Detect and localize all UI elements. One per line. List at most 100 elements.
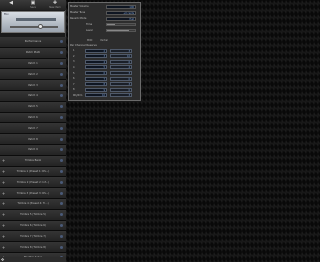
new-item-button[interactable]: ✚ New Item xyxy=(48,0,62,10)
partial-reserve-field[interactable]: 0 xyxy=(110,87,132,92)
save-button-label: Save xyxy=(30,5,36,9)
status-dot-icon xyxy=(60,40,63,44)
patch-sidebar: ◀ ▣ Save ✚ New Item Mix Performance Patch… xyxy=(0,0,66,262)
reverb-time-slider[interactable] xyxy=(106,23,136,26)
partial-reserve-field[interactable]: 3 xyxy=(110,93,132,98)
midi-channel-field[interactable]: 3 xyxy=(85,54,107,59)
patch-label: Timbre 5 (Timbre 5) xyxy=(20,213,46,217)
master-tune-label: Master Tune xyxy=(70,11,86,14)
patch-list-item[interactable]: Patch 2 xyxy=(0,69,66,81)
patch-list-item[interactable]: Patch 8 xyxy=(0,134,66,145)
reverb-mode-select[interactable]: Hall xyxy=(106,16,136,21)
status-dot-icon xyxy=(60,202,63,206)
status-dot-icon xyxy=(60,137,63,141)
status-dot-icon xyxy=(60,72,63,76)
midi-channel-field[interactable]: 7 xyxy=(85,76,107,81)
channel-number: 5 xyxy=(73,71,75,75)
patch-list-item[interactable]: Patch 9 xyxy=(0,144,66,156)
patch-list-item[interactable]: + Timbre 1 (Preset 1: RS...) xyxy=(0,166,66,178)
status-dot-icon xyxy=(60,213,63,217)
patch-label: Patch 1 xyxy=(28,61,38,65)
patch-list-item[interactable]: Patch 6 xyxy=(0,112,66,124)
channel-row: 1 23 xyxy=(71,48,139,53)
reverb-time-label: Time xyxy=(86,23,93,26)
channel-row: 3 46 xyxy=(71,59,139,64)
status-dot-icon xyxy=(60,148,63,152)
patch-list-item[interactable]: Patch Multi xyxy=(0,47,66,59)
midi-channel-field[interactable]: 9 xyxy=(85,87,107,92)
midi-channel-field[interactable]: 2 xyxy=(85,48,107,53)
midi-column-header: MIDI xyxy=(87,39,93,42)
patch-list-item[interactable]: + Timbre 8 (Timbre 8) xyxy=(0,242,66,253)
patch-label: Patch Multi xyxy=(25,51,41,55)
patch-label: Patch 8 xyxy=(28,137,38,141)
reverb-time-row: Time xyxy=(70,22,140,27)
patch-label: Patch 5 xyxy=(28,105,38,109)
partial-reserve-field[interactable]: 3 xyxy=(110,71,132,76)
status-dot-icon xyxy=(60,234,63,238)
master-tune-field[interactable]: +0 cents xyxy=(106,10,136,15)
device-label: Mix xyxy=(4,13,9,16)
patch-label: Patch 6 xyxy=(28,115,38,119)
partial-reserve-field[interactable]: 3 xyxy=(110,48,132,53)
partial-reserve-field[interactable]: 4 xyxy=(110,65,132,70)
channel-number: 1 xyxy=(73,49,75,53)
status-dot-icon xyxy=(60,61,63,65)
midi-channel-field[interactable]: 6 xyxy=(85,71,107,76)
channel-number: 4 xyxy=(73,65,75,69)
patch-label: Patch 7 xyxy=(28,126,38,130)
patch-list-item[interactable]: Patch 1 xyxy=(0,58,66,70)
master-tune-row: Master Tune +0 cents xyxy=(70,10,140,15)
midi-channel-field[interactable]: 10 xyxy=(85,93,107,98)
master-volume-label: Master Volume xyxy=(70,5,89,8)
midi-channel-field[interactable]: 4 xyxy=(85,59,107,64)
channel-row: 454 xyxy=(71,65,139,70)
patch-list: Performance Patch Multi Patch 1 Patch 2 Patc… xyxy=(0,37,66,262)
device-display: Mix xyxy=(1,11,65,33)
patch-list-item[interactable]: Patch 4 xyxy=(0,90,66,102)
patch-list-item[interactable]: + Timbre 6 (Timbre 6) xyxy=(0,220,66,232)
status-dot-icon xyxy=(60,223,63,227)
patch-list-item[interactable]: + Timbre 5 (Timbre 5) xyxy=(0,209,66,221)
patch-list-item[interactable]: Patch 5 xyxy=(0,101,66,113)
channel-row: 8 90 xyxy=(71,87,139,92)
channel-number: Rhythm xyxy=(73,93,83,97)
device-knob[interactable] xyxy=(38,24,43,29)
device-slider-track[interactable] xyxy=(10,26,58,28)
channel-number: 6 xyxy=(73,77,75,81)
back-button[interactable]: ◀ xyxy=(4,0,18,10)
patch-label: Patch 9 xyxy=(28,148,38,152)
patch-label: Timbre 4 (Preset 4: Ti...) xyxy=(17,202,49,206)
channel-row: 5 63 xyxy=(71,70,139,76)
patch-list-item[interactable]: + Timbre 7 (Timbre 7) xyxy=(0,231,66,243)
settings-icon[interactable]: ✥ xyxy=(1,257,4,262)
midi-channel-field[interactable]: 8 xyxy=(85,82,107,87)
patch-label: Timbre 2 (Preset 2: Inf...) xyxy=(16,180,50,184)
patch-list-item[interactable]: + Timbre 2 (Preset 2: Inf...) xyxy=(0,177,66,189)
patch-list-item[interactable]: + Timbre 3 (Preset 3: RS...) xyxy=(0,188,66,199)
system-settings-panel: Master Volume 100 Master Tune +0 cents R… xyxy=(68,2,141,101)
status-dot-icon xyxy=(60,180,63,184)
master-volume-field[interactable]: 100 xyxy=(106,4,136,9)
save-button[interactable]: ▣ Save xyxy=(26,0,40,10)
patch-list-item[interactable]: + Timbre 4 (Preset 4: Ti...) xyxy=(0,198,66,210)
patch-list-item[interactable]: Patch 7 xyxy=(0,123,66,135)
partial-reserve-field[interactable]: 3 xyxy=(110,82,132,87)
partial-reserve-field[interactable]: 0 xyxy=(110,76,132,81)
channel-number: 2 xyxy=(73,54,75,58)
partial-reserve-field[interactable]: 10 xyxy=(110,54,132,59)
patch-list-item[interactable]: Performance xyxy=(0,37,66,48)
patch-label: Timbre 1 (Preset 1: RS...) xyxy=(16,169,50,173)
patch-list-item[interactable]: Patch 3 xyxy=(0,80,66,91)
reverb-level-slider[interactable] xyxy=(106,29,136,32)
partial-reserve-field[interactable]: 6 xyxy=(110,59,132,64)
reverb-level-label: Level xyxy=(86,29,93,32)
per-channel-title: Per Channel Reserve xyxy=(70,44,97,47)
new-item-label: New Item xyxy=(49,5,61,9)
midi-channel-field[interactable]: 5 xyxy=(85,65,107,70)
sidebar-toolbar: ◀ ▣ Save ✚ New Item xyxy=(0,0,66,10)
status-dot-icon xyxy=(60,245,63,249)
patch-list-item[interactable]: + Timbre Bank xyxy=(0,155,66,167)
channel-column-headers: MIDI Partial xyxy=(87,39,108,42)
status-dot-icon xyxy=(60,159,63,163)
